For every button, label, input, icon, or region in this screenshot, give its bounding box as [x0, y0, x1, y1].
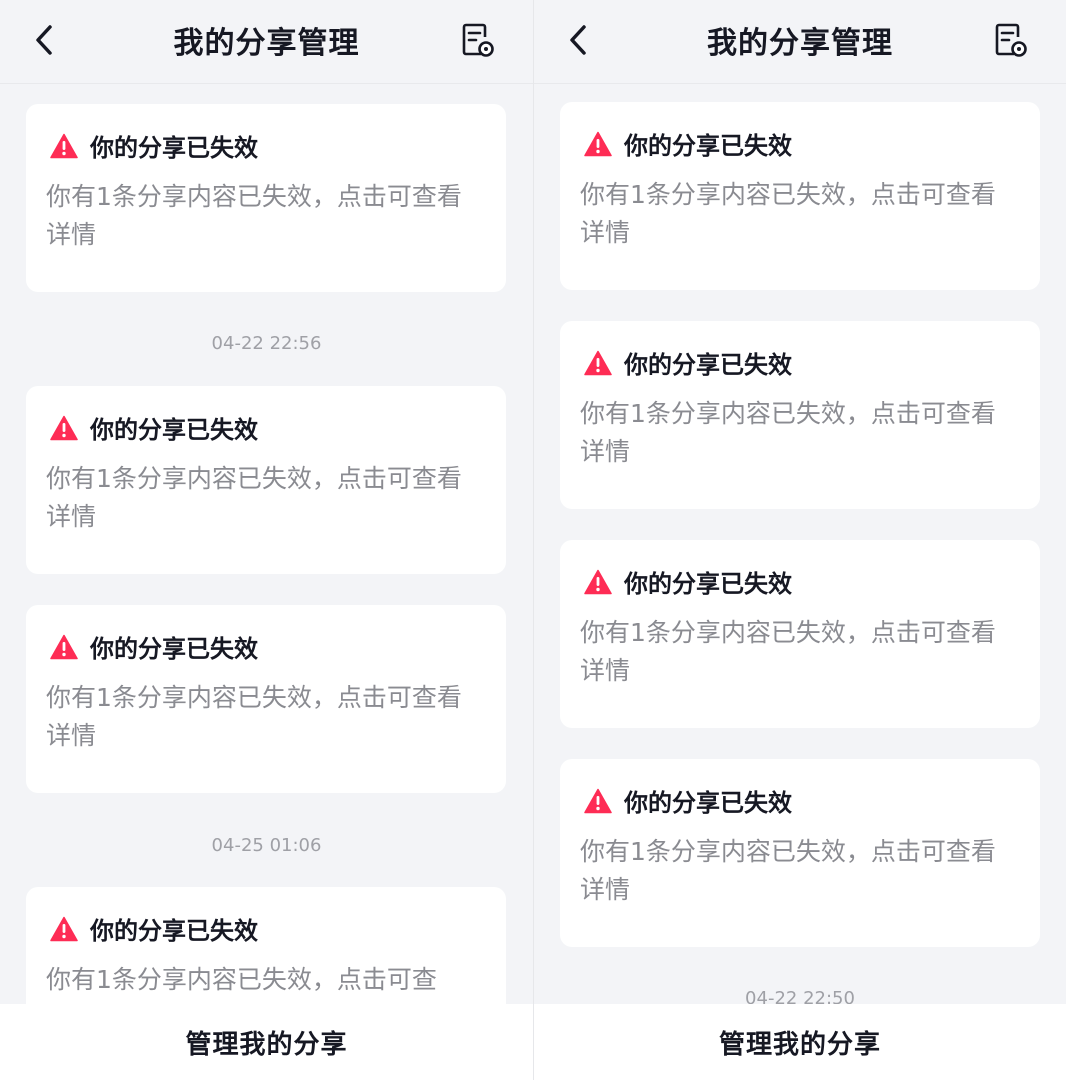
document-settings-icon	[462, 23, 494, 57]
card-title: 你的分享已失效	[90, 917, 258, 945]
records-button[interactable]	[992, 20, 1030, 60]
page-title: 我的分享管理	[707, 26, 893, 61]
card-title: 你的分享已失效	[90, 416, 258, 444]
notification-card[interactable]: 你的分享已失效 你有1条分享内容已失效，点击可查看详情	[560, 540, 1040, 728]
warning-triangle-icon	[50, 133, 78, 158]
card-description: 你有1条分享内容已失效，点击可查看详情	[580, 618, 996, 685]
card-description: 你有1条分享内容已失效，点击可查	[46, 965, 437, 994]
nav-header: 我的分享管理	[0, 0, 533, 84]
warning-triangle-icon	[50, 415, 78, 440]
card-description: 你有1条分享内容已失效，点击可查看详情	[580, 399, 996, 466]
warning-triangle-icon	[584, 788, 612, 813]
document-settings-icon	[995, 23, 1027, 57]
warning-triangle-icon	[584, 569, 612, 594]
screen-right: 我的分享管理 你的分享已失效 你有1条分享内容已失效，点击可查看详情 你的分享已…	[534, 0, 1066, 1080]
warning-triangle-icon	[50, 916, 78, 941]
card-title: 你的分享已失效	[624, 570, 792, 598]
records-button[interactable]	[459, 20, 497, 60]
timestamp: 04-22 22:56	[211, 333, 322, 354]
screen-left: 我的分享管理 你的分享已失效 你有1条分享内容已失效，点击可查看详情 04-22…	[0, 0, 533, 1080]
notification-card[interactable]: 你的分享已失效 你有1条分享内容已失效，点击可查看详情	[26, 104, 506, 292]
notification-card[interactable]: 你的分享已失效 你有1条分享内容已失效，点击可查看详情	[560, 102, 1040, 290]
card-title: 你的分享已失效	[624, 789, 792, 817]
card-description: 你有1条分享内容已失效，点击可查看详情	[46, 683, 462, 750]
manage-shares-button[interactable]: 管理我的分享	[0, 1004, 533, 1080]
card-description: 你有1条分享内容已失效，点击可查看详情	[580, 180, 996, 247]
card-description: 你有1条分享内容已失效，点击可查看详情	[46, 464, 462, 531]
warning-triangle-icon	[584, 350, 612, 375]
timestamp: 04-25 01:06	[211, 835, 322, 856]
notification-card[interactable]: 你的分享已失效 你有1条分享内容已失效，点击可查看详情	[26, 605, 506, 793]
card-title: 你的分享已失效	[624, 351, 792, 379]
notification-card[interactable]: 你的分享已失效 你有1条分享内容已失效，点击可查看详情	[26, 386, 506, 574]
manage-shares-label: 管理我的分享	[718, 1029, 881, 1060]
nav-header: 我的分享管理	[534, 0, 1066, 84]
notification-card[interactable]: 你的分享已失效 你有1条分享内容已失效，点击可查看详情	[560, 321, 1040, 509]
card-description: 你有1条分享内容已失效，点击可查看详情	[46, 182, 462, 249]
warning-triangle-icon	[584, 131, 612, 156]
card-title: 你的分享已失效	[624, 132, 792, 160]
card-description: 你有1条分享内容已失效，点击可查看详情	[580, 837, 996, 904]
card-title: 你的分享已失效	[90, 134, 258, 162]
manage-shares-label: 管理我的分享	[185, 1029, 348, 1060]
manage-shares-button[interactable]: 管理我的分享	[534, 1004, 1066, 1080]
card-title: 你的分享已失效	[90, 635, 258, 663]
page-title: 我的分享管理	[173, 26, 360, 61]
warning-triangle-icon	[50, 634, 78, 659]
notification-card[interactable]: 你的分享已失效 你有1条分享内容已失效，点击可查看详情	[560, 759, 1040, 947]
